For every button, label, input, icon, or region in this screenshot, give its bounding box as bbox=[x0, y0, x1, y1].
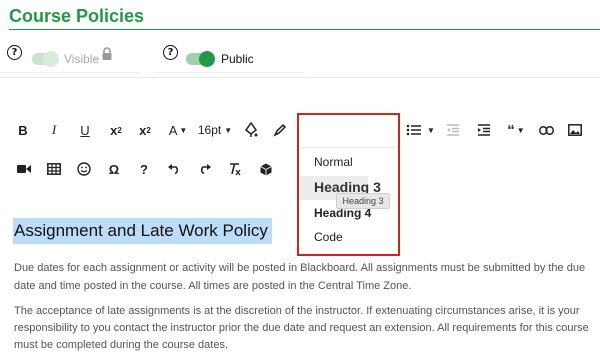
emoji-icon[interactable] bbox=[76, 158, 92, 180]
paragraph-2-line-1[interactable]: The acceptance of late assignments is at… bbox=[14, 302, 594, 320]
menu-divider bbox=[299, 147, 398, 148]
clear-formatting-icon[interactable] bbox=[227, 158, 243, 180]
page-title: Course Policies bbox=[9, 6, 145, 26]
subscript-button[interactable]: x2 bbox=[108, 119, 124, 141]
paragraph-2-line-3[interactable]: must be completed during the course date… bbox=[14, 336, 594, 354]
font-color-button[interactable]: A ▼ bbox=[167, 119, 189, 141]
visible-help-icon[interactable]: ? bbox=[7, 45, 22, 60]
menu-item-normal[interactable]: Normal bbox=[314, 155, 353, 169]
redo-icon[interactable] bbox=[197, 158, 213, 180]
undo-icon[interactable] bbox=[166, 158, 182, 180]
font-size-value: 16pt bbox=[197, 123, 222, 137]
unordered-list-icon[interactable] bbox=[405, 119, 421, 141]
lock-icon bbox=[100, 47, 114, 61]
visible-toggle-knob bbox=[43, 51, 59, 67]
public-group-divider bbox=[155, 72, 305, 73]
public-label: Public bbox=[221, 52, 254, 66]
paint-format-icon[interactable] bbox=[243, 119, 259, 141]
unordered-list-dropdown[interactable]: ▼ bbox=[426, 119, 436, 141]
indent-icon[interactable] bbox=[476, 119, 492, 141]
help-button[interactable]: ? bbox=[137, 158, 151, 180]
menu-item-code[interactable]: Code bbox=[314, 230, 343, 244]
outdent-icon[interactable] bbox=[445, 119, 461, 141]
content-heading[interactable]: Assignment and Late Work Policy bbox=[13, 218, 272, 244]
public-toggle-knob bbox=[199, 51, 215, 67]
table-icon[interactable] bbox=[46, 158, 62, 180]
italic-button[interactable]: I bbox=[48, 119, 60, 141]
highlight-icon[interactable] bbox=[272, 119, 288, 141]
paragraph-1-line-1[interactable]: Due dates for each assignment or activit… bbox=[14, 259, 594, 277]
underline-button[interactable]: U bbox=[78, 119, 92, 141]
image-icon[interactable] bbox=[567, 119, 583, 141]
visible-label: Visible bbox=[64, 52, 100, 66]
bold-button[interactable]: B bbox=[16, 119, 30, 141]
visible-toggle bbox=[32, 51, 59, 67]
visible-group-divider bbox=[0, 72, 140, 73]
font-size-dropdown[interactable]: 16pt ▼ bbox=[197, 119, 233, 141]
quote-icon[interactable]: “▼ bbox=[505, 119, 527, 141]
title-divider bbox=[9, 29, 600, 30]
heading-tooltip: Heading 3 bbox=[336, 193, 390, 209]
paragraph-1-line-2[interactable]: date and time posted in the course. All … bbox=[14, 277, 594, 295]
superscript-button[interactable]: x2 bbox=[137, 119, 153, 141]
special-character-icon[interactable]: Ω bbox=[106, 158, 122, 180]
video-icon[interactable] bbox=[16, 158, 32, 180]
link-icon[interactable] bbox=[538, 119, 554, 141]
public-help-icon[interactable]: ? bbox=[163, 45, 178, 60]
paragraph-2-line-2[interactable]: responsibility to you contact the instru… bbox=[14, 319, 594, 337]
public-toggle[interactable] bbox=[186, 51, 215, 67]
code-view-icon[interactable] bbox=[258, 158, 274, 180]
